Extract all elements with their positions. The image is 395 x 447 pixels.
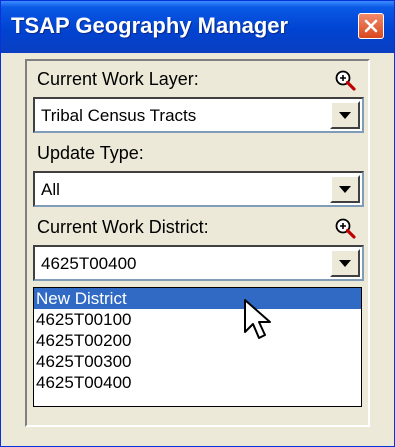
- work-layer-select[interactable]: Tribal Census Tracts: [33, 97, 364, 133]
- settings-panel: Current Work Layer: Tribal Census Tracts…: [25, 59, 370, 427]
- work-district-dropdown-list[interactable]: New District 4625T00100 4625T00200 4625T…: [33, 287, 362, 407]
- dropdown-option-new-district[interactable]: New District: [34, 288, 361, 309]
- geography-manager-window: TSAP Geography Manager Current Work Laye…: [0, 0, 395, 447]
- work-district-zoom-button[interactable]: [332, 215, 358, 241]
- window-title: TSAP Geography Manager: [11, 13, 289, 38]
- work-layer-label: Current Work Layer:: [37, 69, 199, 89]
- update-type-select[interactable]: All: [33, 171, 364, 207]
- work-layer-value: Tribal Census Tracts: [41, 106, 197, 125]
- title-bar[interactable]: TSAP Geography Manager: [1, 1, 394, 53]
- chevron-down-icon: [339, 185, 351, 193]
- work-district-select[interactable]: 4625T00400: [33, 245, 364, 281]
- work-layer-dropdown-button[interactable]: [330, 101, 360, 129]
- dropdown-option[interactable]: 4625T00300: [34, 351, 361, 372]
- update-type-label: Update Type:: [37, 143, 144, 163]
- zoom-in-icon: [335, 218, 356, 239]
- dropdown-option[interactable]: 4625T00400: [34, 372, 361, 393]
- work-district-dropdown-button[interactable]: [330, 249, 360, 277]
- update-type-dropdown-button[interactable]: [330, 175, 360, 203]
- chevron-down-icon: [339, 111, 351, 119]
- update-type-value: All: [41, 180, 60, 199]
- dropdown-option[interactable]: 4625T00100: [34, 309, 361, 330]
- zoom-in-icon: [335, 70, 356, 91]
- mouse-cursor-icon: [244, 299, 271, 339]
- chevron-down-icon: [339, 259, 351, 267]
- work-district-value: 4625T00400: [41, 254, 137, 273]
- close-button[interactable]: [358, 13, 384, 39]
- work-layer-zoom-button[interactable]: [332, 67, 358, 93]
- dropdown-option[interactable]: 4625T00200: [34, 330, 361, 351]
- close-icon: [364, 19, 378, 33]
- work-district-label: Current Work District:: [37, 217, 209, 237]
